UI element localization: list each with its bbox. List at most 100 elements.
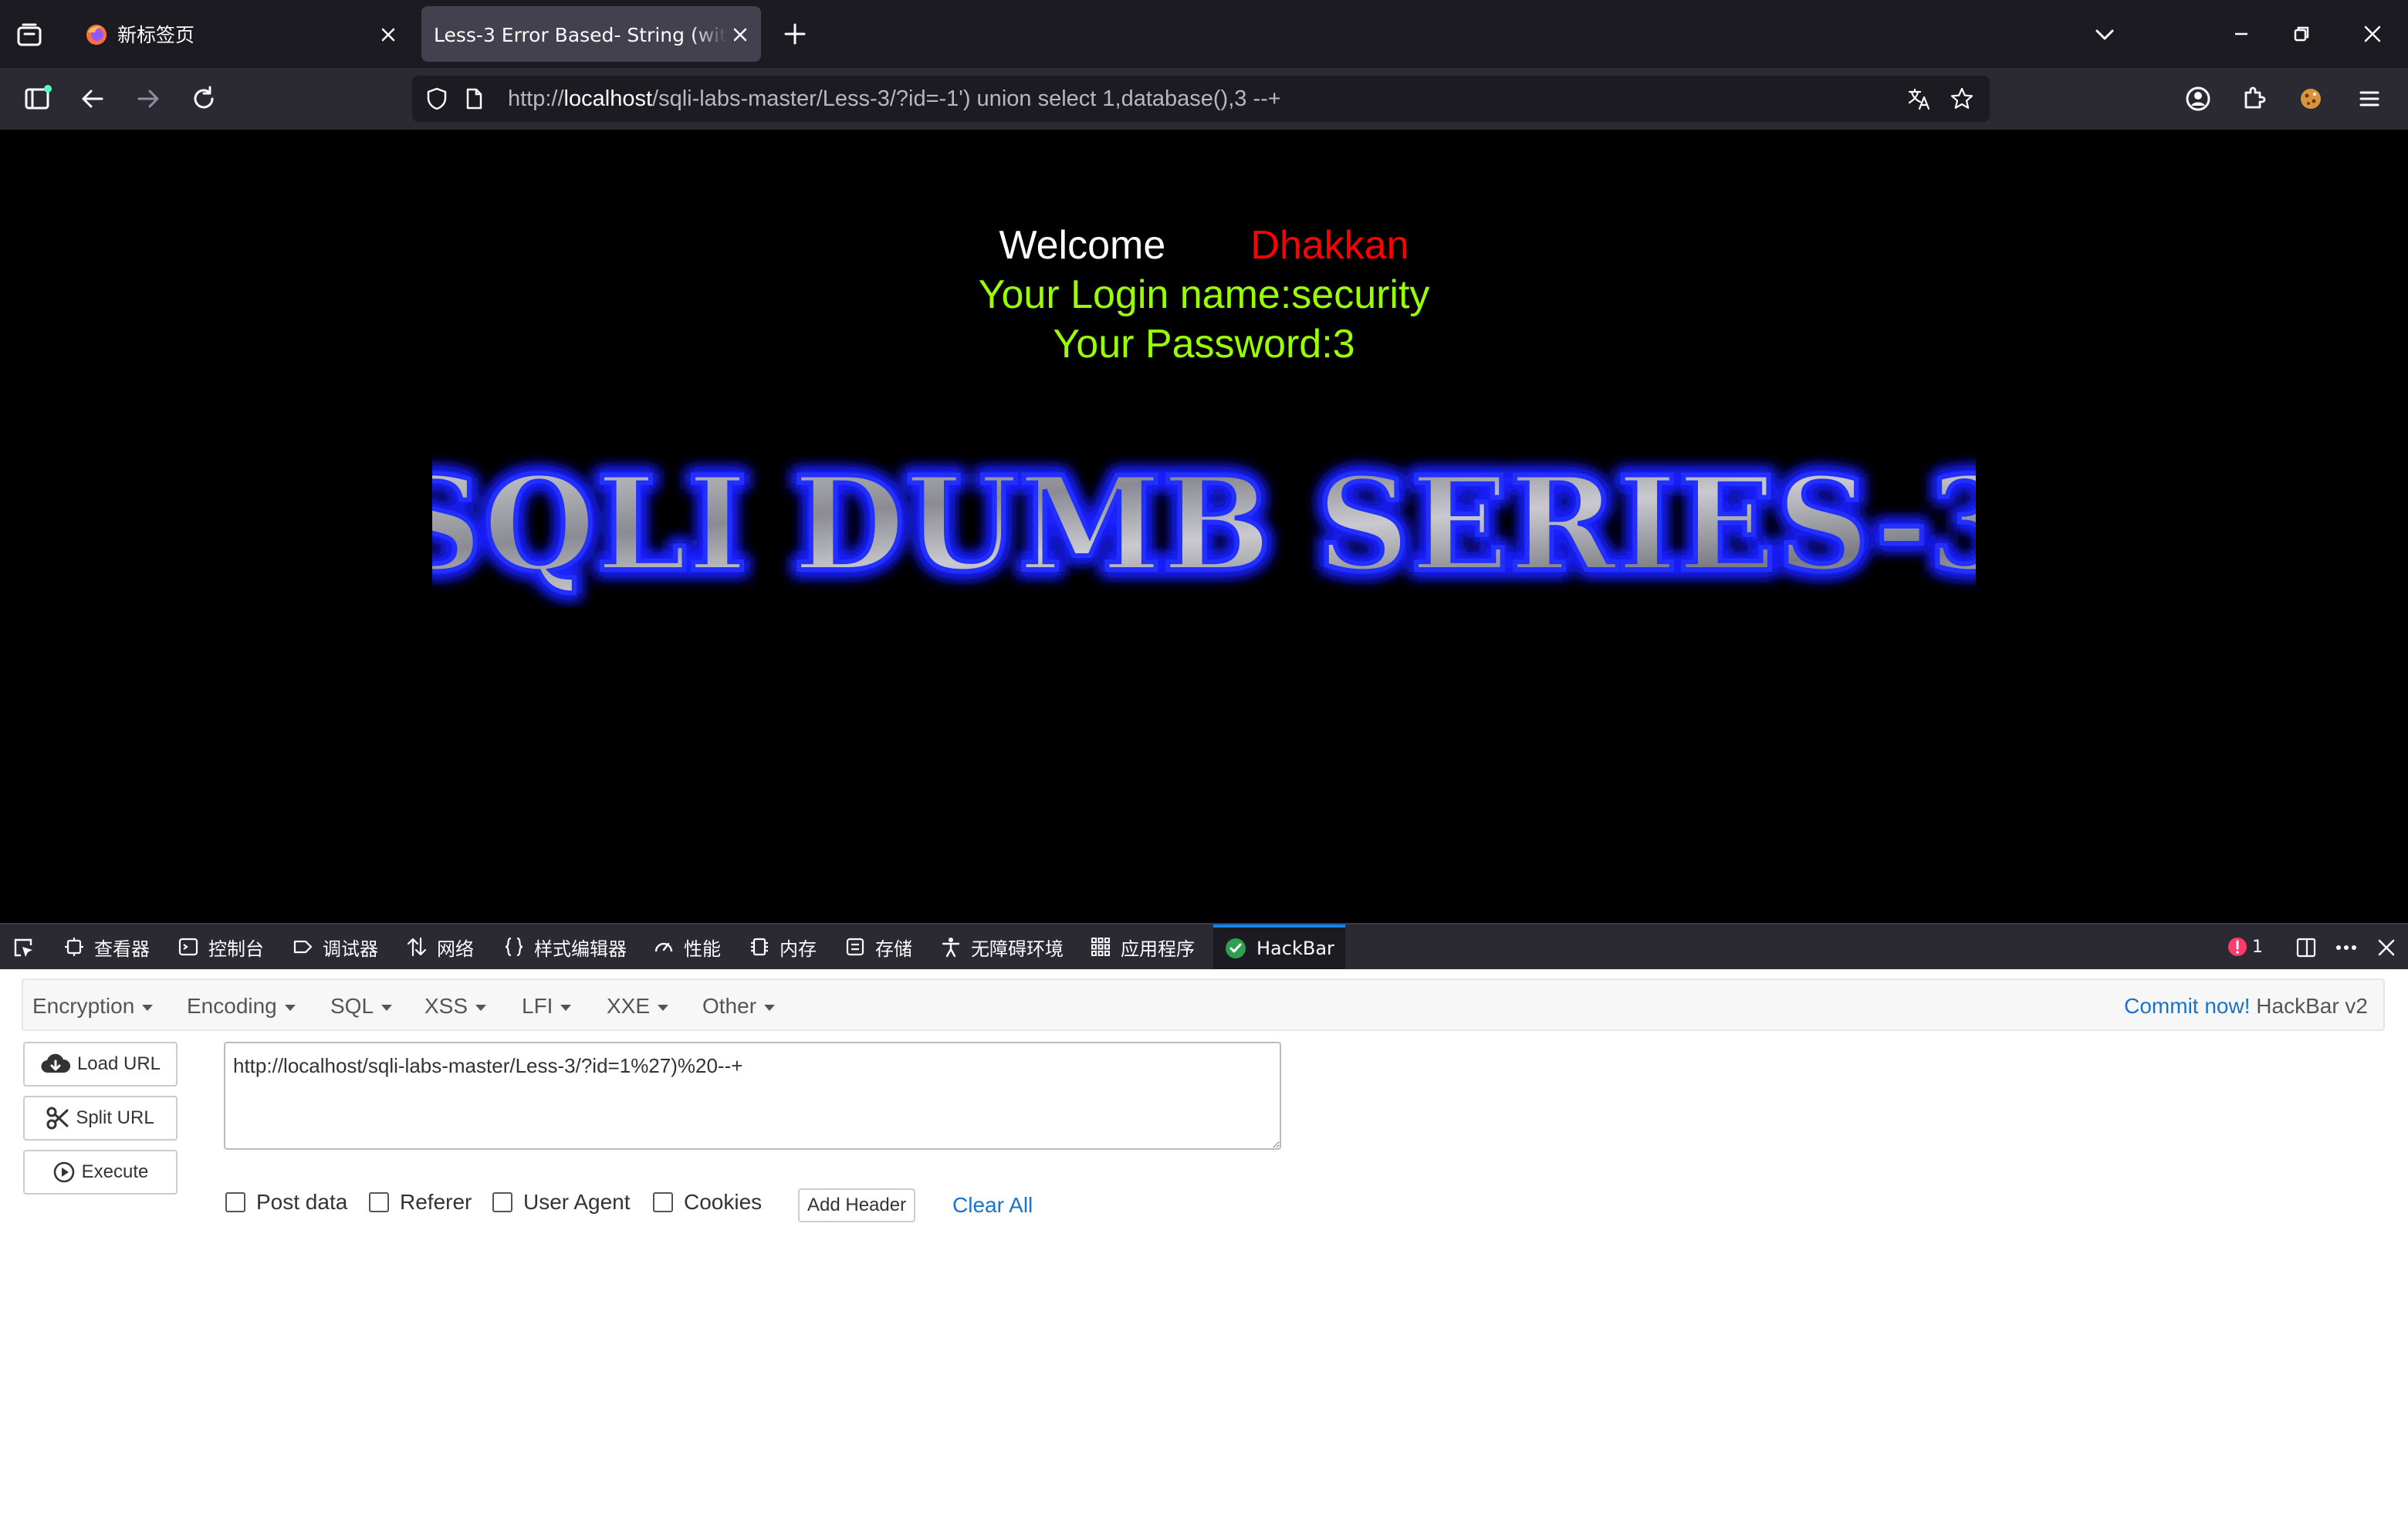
restore-icon[interactable] [2286,19,2317,49]
hackbar-menu: Encryption Encoding SQL XSS LFI XXE Othe… [22,978,2385,1031]
translate-icon[interactable] [1906,86,1931,111]
tab-label: 控制台 [208,938,264,960]
menu-label: Encryption [32,994,135,1018]
tab-title: Less-3 Error Based- String (with Twist) [434,25,727,46]
user-agent-checkbox[interactable]: User Agent [492,1190,631,1215]
tab-application[interactable]: 应用程序 [1090,924,1195,969]
menu-encoding[interactable]: Encoding [187,994,296,1019]
sidebar-icon[interactable] [20,82,54,116]
tab-label: 应用程序 [1121,938,1195,960]
add-header-button[interactable]: Add Header [798,1188,916,1222]
navigation-toolbar: http://localhost/sqli-labs-master/Less-3… [0,68,2408,130]
close-tab-icon[interactable] [378,25,398,45]
tab-inspector[interactable]: 查看器 [63,924,150,969]
checkbox-box[interactable] [369,1192,389,1212]
cookies-checkbox[interactable]: Cookies [653,1190,762,1215]
clear-all-link[interactable]: Clear All [952,1193,1033,1218]
inspector-icon [65,938,83,956]
button-label: Split URL [76,1107,154,1128]
menu-sql[interactable]: SQL [330,994,393,1019]
tab-title: 新标签页 [117,25,195,46]
commit-link[interactable]: Commit now! [2124,994,2250,1018]
tab-style-editor[interactable]: 样式编辑器 [503,924,627,969]
console-icon [178,938,198,956]
menu-label: Other [702,994,757,1018]
password-text: Your Password:3 [1053,322,1355,367]
post-data-checkbox[interactable]: Post data [225,1190,347,1215]
cloud-download-icon [41,1053,70,1073]
menu-icon[interactable] [2352,82,2386,116]
tab-console[interactable]: 控制台 [178,924,264,969]
more-options-icon[interactable] [2334,935,2359,960]
menu-encryption[interactable]: Encryption [32,994,154,1019]
close-window-icon[interactable] [2357,19,2388,49]
tab-accessibility[interactable]: 无障碍环境 [940,924,1064,969]
extensions-icon[interactable] [2237,82,2271,116]
url-bar[interactable]: http://localhost/sqli-labs-master/Less-3… [412,76,1990,122]
hackbar-panel: Encryption Encoding SQL XSS LFI XXE Othe… [0,969,2408,1531]
page-icon[interactable] [462,86,486,111]
login-name-text: Your Login name:security [978,272,1430,317]
tab-label: 存储 [875,938,912,960]
back-icon[interactable] [76,82,110,116]
error-count-badge[interactable]: 1 [2227,934,2263,960]
dock-side-icon[interactable] [2294,935,2318,960]
split-url-button[interactable]: Split URL [23,1096,178,1141]
caret-down-icon [284,1004,296,1011]
series-banner: SQLI DUMB SERIES-3 SQLI DUMB SERIES-3 [432,454,1976,607]
chevron-down-icon[interactable] [2092,22,2118,48]
checkbox-box[interactable] [653,1192,673,1212]
caret-down-icon [560,1004,572,1011]
load-url-button[interactable]: Load URL [23,1042,178,1087]
tab-label: 调试器 [323,938,378,960]
web-page: Welcome Dhakkan Your Login name:security … [0,130,2408,923]
url-text[interactable]: http://localhost/sqli-labs-master/Less-3… [508,86,1281,111]
tab-label: 内存 [780,938,817,960]
storage-icon [846,938,864,956]
tab-debugger[interactable]: 调试器 [292,924,378,969]
element-picker-icon[interactable] [11,935,36,960]
caret-down-icon [475,1004,487,1011]
tab-overview-icon[interactable] [14,20,45,51]
cookie-extension-icon[interactable] [2294,82,2328,116]
menu-other[interactable]: Other [702,994,776,1019]
close-devtools-icon[interactable] [2374,935,2399,960]
account-icon[interactable] [2181,82,2215,116]
tab-strip: 新标签页 Less-3 Error Based- String (with Tw… [0,0,2408,68]
menu-xxe[interactable]: XXE [607,994,669,1019]
menu-lfi[interactable]: LFI [522,994,572,1019]
tab-storage[interactable]: 存储 [844,924,912,969]
referer-checkbox[interactable]: Referer [369,1190,472,1215]
close-tab-icon[interactable] [730,25,750,45]
new-tab-icon[interactable] [781,20,809,48]
tab-new-tab[interactable]: 新标签页 [69,6,409,62]
tab-label: 样式编辑器 [534,938,627,960]
hackbar-url-textarea[interactable]: http://localhost/sqli-labs-master/Less-3… [224,1042,1281,1150]
tab-less-3[interactable]: Less-3 Error Based- String (with Twist) [421,6,761,62]
shield-icon[interactable] [424,86,449,111]
banner-text: SQLI DUMB SERIES-3 [432,454,1976,600]
minimize-icon[interactable] [2226,19,2257,49]
hackbar-icon [1226,938,1246,958]
checkbox-box[interactable] [492,1192,512,1212]
tab-memory[interactable]: 内存 [749,924,817,969]
menu-xss[interactable]: XSS [424,994,487,1019]
devtools-toolbar: 查看器 控制台 调试器 网络 样式编辑器 性能 内存 存储 无障碍环境 应用程序… [0,923,2408,969]
commit-banner: Commit now! HackBar v2 [2124,994,2368,1019]
bookmark-star-icon[interactable] [1950,86,1974,111]
welcome-username: Dhakkan [1250,223,1409,268]
url-scheme: http:// [508,86,564,111]
tab-performance[interactable]: 性能 [653,924,721,969]
tab-label: 无障碍环境 [971,938,1064,960]
forward-icon[interactable] [131,82,165,116]
welcome-line: Welcome Dhakkan [0,221,2408,270]
tab-network[interactable]: 网络 [406,924,474,969]
checkbox-box[interactable] [225,1192,245,1212]
tab-label: 查看器 [94,938,150,960]
tab-hackbar[interactable]: HackBar [1213,924,1345,969]
welcome-text: Welcome [999,223,1166,268]
caret-down-icon [142,1004,154,1011]
execute-button[interactable]: Execute [23,1150,178,1195]
reload-icon[interactable] [187,82,221,116]
menu-label: XSS [424,994,468,1018]
